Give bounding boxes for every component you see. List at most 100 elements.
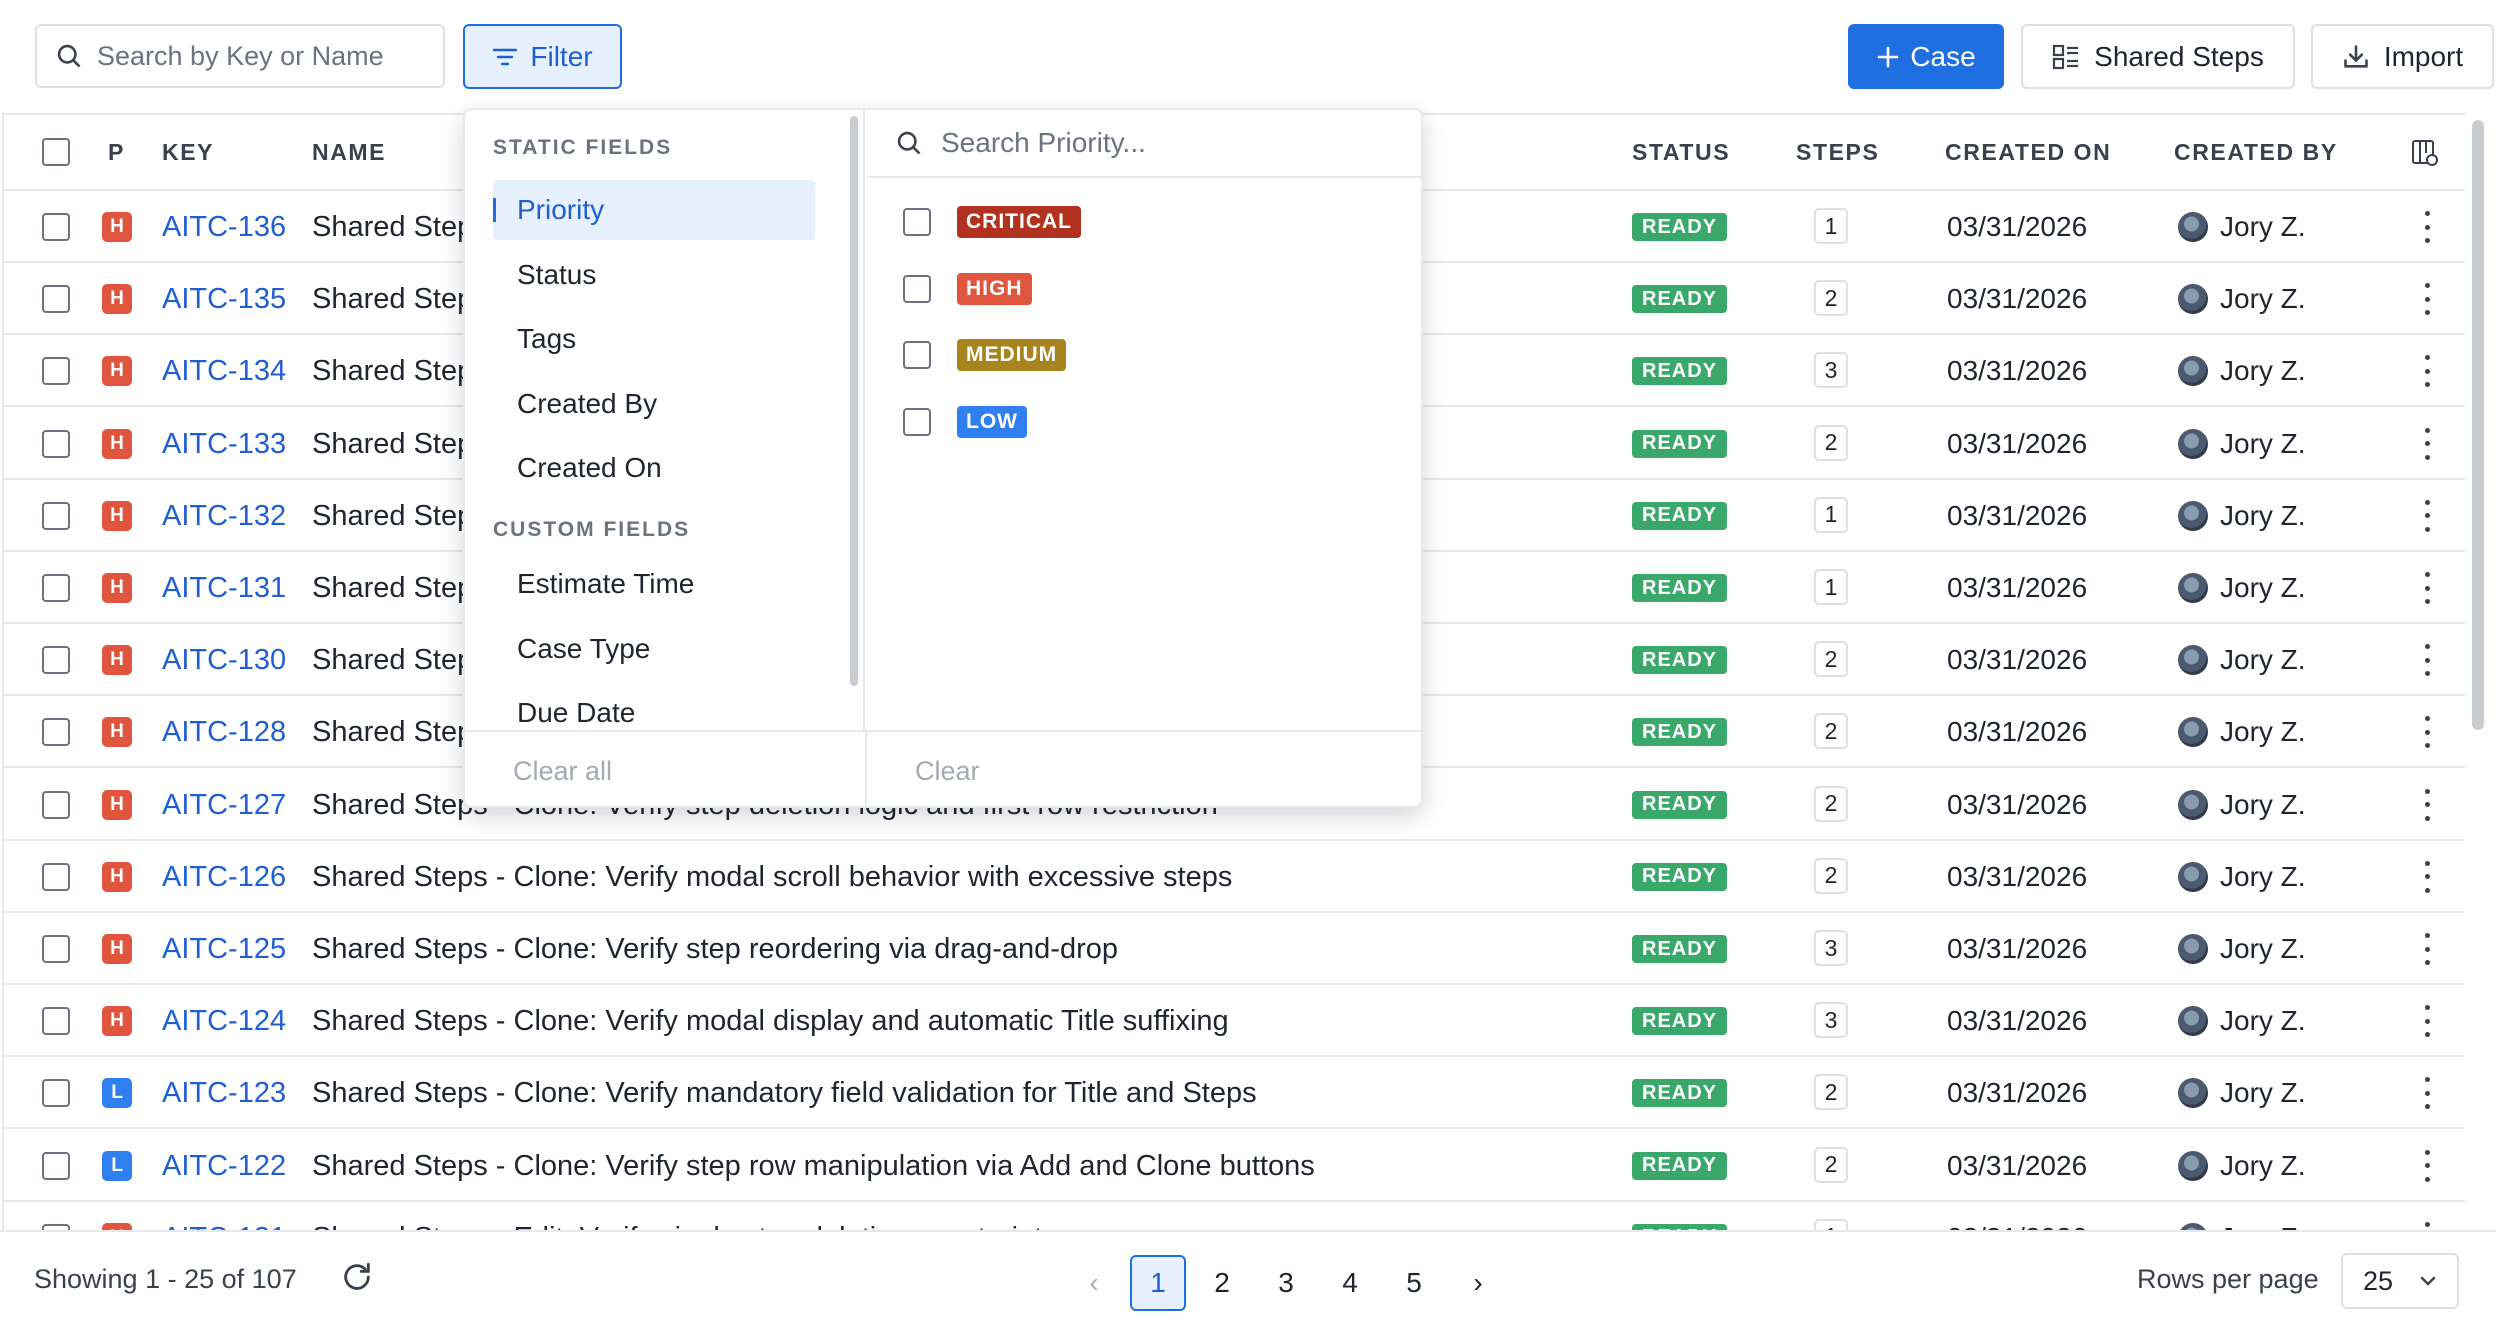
table-row[interactable]: L AITC-123 Shared Steps - Clone: Verify … (4, 1057, 2465, 1130)
case-key-link[interactable]: AITC-122 (162, 1150, 286, 1183)
case-name[interactable]: Shared Steps - Clone: Verify mandatory f… (312, 1077, 1257, 1110)
column-settings-icon[interactable] (2410, 138, 2440, 168)
table-scrollbar-thumb[interactable] (2472, 120, 2484, 730)
case-key-link[interactable]: AITC-121 (162, 1222, 286, 1230)
filter-button[interactable]: Filter (463, 24, 622, 89)
prev-page-icon[interactable]: ‹ (1066, 1255, 1122, 1311)
add-case-button[interactable]: Case (1848, 24, 2004, 89)
case-key-link[interactable]: AITC-136 (162, 211, 286, 244)
case-key-link[interactable]: AITC-133 (162, 428, 286, 461)
filter-field-created-on[interactable]: Created On (493, 438, 815, 498)
clear-button[interactable]: Clear (915, 756, 980, 787)
table-row[interactable]: L AITC-122 Shared Steps - Clone: Verify … (4, 1130, 2465, 1202)
page-4-button[interactable]: 4 (1322, 1255, 1378, 1311)
row-actions-icon[interactable] (2423, 283, 2431, 316)
table-row[interactable]: H AITC-125 Shared Steps - Clone: Verify … (4, 913, 2465, 985)
row-actions-icon[interactable] (2423, 644, 2431, 677)
header-created-on[interactable]: CREATED ON (1945, 139, 2111, 166)
row-checkbox[interactable] (42, 1007, 70, 1036)
header-steps[interactable]: STEPS (1796, 139, 1879, 166)
row-actions-icon[interactable] (2423, 211, 2431, 243)
row-checkbox[interactable] (42, 285, 70, 314)
case-name[interactable]: Shared Steps - Clone: Verify modal scrol… (312, 861, 1232, 894)
row-actions-icon[interactable] (2423, 716, 2431, 749)
case-name[interactable]: Shared Steps - Clone: Verify step row ma… (312, 1150, 1315, 1183)
filter-field-tags[interactable]: Tags (493, 309, 815, 369)
page-1-button[interactable]: 1 (1130, 1255, 1186, 1311)
option-checkbox[interactable] (903, 407, 931, 436)
priority-option-low[interactable]: LOW (903, 402, 1027, 442)
row-checkbox[interactable] (42, 501, 70, 530)
case-key-link[interactable]: AITC-128 (162, 716, 286, 749)
case-key-link[interactable]: AITC-124 (162, 1005, 286, 1038)
row-checkbox[interactable] (42, 213, 70, 241)
row-checkbox[interactable] (42, 1151, 70, 1180)
case-key-link[interactable]: AITC-130 (162, 644, 286, 677)
priority-option-medium[interactable]: MEDIUM (903, 335, 1067, 375)
row-checkbox[interactable] (42, 646, 70, 675)
import-button[interactable]: Import (2311, 24, 2494, 89)
row-actions-icon[interactable] (2423, 355, 2431, 388)
row-checkbox[interactable] (42, 357, 70, 386)
priority-option-high[interactable]: HIGH (903, 269, 1032, 309)
case-name[interactable]: Shared Steps - Clone: Verify modal displ… (312, 1005, 1229, 1038)
case-key-link[interactable]: AITC-135 (162, 283, 286, 316)
priority-search[interactable] (867, 110, 1421, 178)
row-actions-icon[interactable] (2423, 1077, 2431, 1110)
header-priority[interactable]: P (108, 139, 125, 166)
row-checkbox[interactable] (42, 935, 70, 963)
field-list-scrollbar[interactable] (850, 116, 858, 686)
row-checkbox[interactable] (42, 574, 70, 602)
case-key-link[interactable]: AITC-132 (162, 500, 286, 533)
case-key-link[interactable]: AITC-125 (162, 933, 286, 966)
page-3-button[interactable]: 3 (1258, 1255, 1314, 1311)
row-actions-icon[interactable] (2423, 572, 2431, 604)
case-key-link[interactable]: AITC-126 (162, 861, 286, 894)
option-checkbox[interactable] (903, 341, 931, 369)
header-created-by[interactable]: CREATED BY (2174, 139, 2338, 166)
filter-field-estimate-time[interactable]: Estimate Time (493, 554, 815, 614)
row-actions-icon[interactable] (2423, 1149, 2431, 1182)
select-all-checkbox[interactable] (42, 138, 70, 166)
rows-per-page-select[interactable]: 25 (2341, 1253, 2459, 1309)
row-checkbox[interactable] (42, 862, 70, 891)
header-name[interactable]: NAME (312, 139, 386, 166)
filter-field-priority[interactable]: Priority (493, 180, 815, 240)
row-actions-icon[interactable] (2423, 860, 2431, 893)
case-key-link[interactable]: AITC-127 (162, 789, 286, 822)
row-actions-icon[interactable] (2423, 427, 2431, 460)
priority-search-input[interactable] (941, 127, 1401, 159)
table-row[interactable]: H AITC-124 Shared Steps - Clone: Verify … (4, 985, 2465, 1058)
row-checkbox[interactable] (42, 1079, 70, 1108)
case-key-link[interactable]: AITC-123 (162, 1077, 286, 1110)
row-actions-icon[interactable] (2423, 1005, 2431, 1038)
case-key-link[interactable]: AITC-134 (162, 355, 286, 388)
row-actions-icon[interactable] (2423, 933, 2431, 965)
filter-field-status[interactable]: Status (493, 245, 815, 305)
table-row[interactable]: H AITC-126 Shared Steps - Clone: Verify … (4, 841, 2465, 913)
header-key[interactable]: KEY (162, 139, 214, 166)
refresh-icon[interactable] (340, 1260, 374, 1294)
case-key-link[interactable]: AITC-131 (162, 572, 286, 605)
option-checkbox[interactable] (903, 208, 931, 236)
row-checkbox[interactable] (42, 790, 70, 819)
search-box[interactable] (35, 24, 445, 88)
filter-field-created-by[interactable]: Created By (493, 374, 815, 434)
row-actions-icon[interactable] (2423, 1221, 2431, 1230)
page-2-button[interactable]: 2 (1194, 1255, 1250, 1311)
shared-steps-button[interactable]: Shared Steps (2021, 24, 2295, 89)
option-checkbox[interactable] (903, 274, 931, 303)
row-checkbox[interactable] (42, 718, 70, 747)
header-status[interactable]: STATUS (1632, 139, 1730, 166)
clear-all-button[interactable]: Clear all (513, 756, 612, 787)
row-actions-icon[interactable] (2423, 788, 2431, 821)
row-actions-icon[interactable] (2423, 499, 2431, 532)
table-row[interactable]: H AITC-121 Shared Steps - Edit: Verify s… (4, 1202, 2465, 1230)
page-5-button[interactable]: 5 (1386, 1255, 1442, 1311)
filter-field-case-type[interactable]: Case Type (493, 619, 815, 679)
row-checkbox[interactable] (42, 429, 70, 458)
search-input[interactable] (97, 40, 427, 72)
priority-option-critical[interactable]: CRITICAL (903, 202, 1081, 242)
case-name[interactable]: Shared Steps - Clone: Verify step reorde… (312, 933, 1118, 966)
case-name[interactable]: Shared Steps - Edit: Verify single step … (312, 1222, 1042, 1230)
